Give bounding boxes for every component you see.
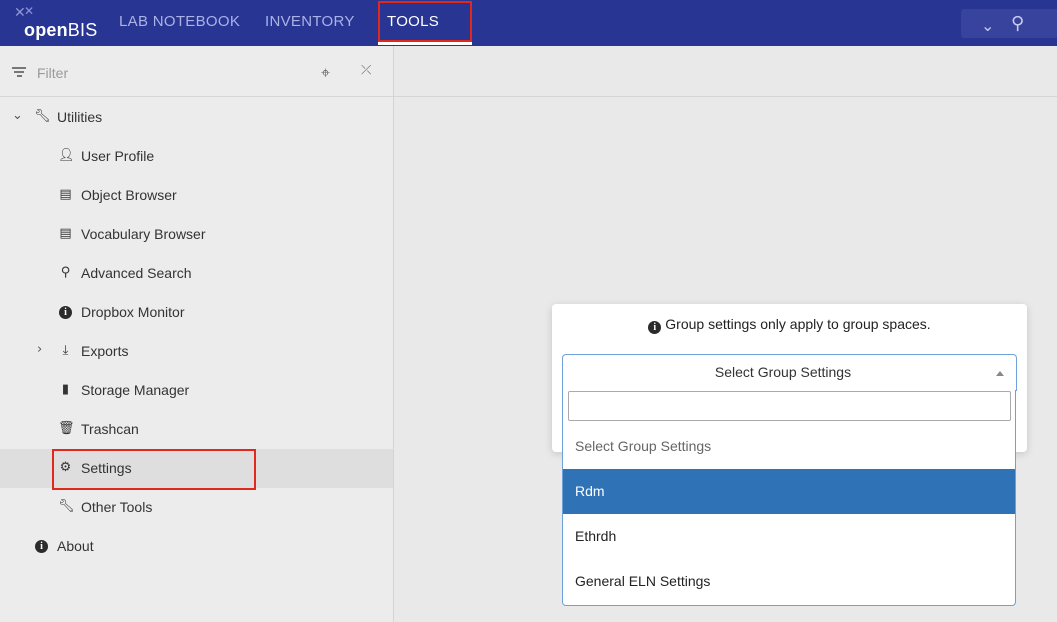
dropdown-search-input[interactable] xyxy=(568,391,1011,421)
sidebar-item-label: Utilities xyxy=(57,109,103,125)
sidebar-item-settings[interactable]: ⚙ Settings xyxy=(0,449,393,488)
group-settings-dropdown: Select Group Settings Rdm Ethrdh General… xyxy=(562,390,1016,606)
file-icon: ▮ xyxy=(61,382,70,397)
sidebar-item-other-tools[interactable]: 🔧︎ Other Tools xyxy=(0,488,393,527)
sidebar-item-label: Exports xyxy=(81,343,129,359)
search-icon: ⚲ xyxy=(60,265,71,280)
sidebar-item-label: Storage Manager xyxy=(81,382,190,398)
sidebar-item-label: Settings xyxy=(81,460,132,476)
list-icon: ▤ xyxy=(59,187,72,202)
sidebar-item-about[interactable]: i About xyxy=(0,527,393,566)
sidebar-item-utilities[interactable]: ⌄ 🔧︎ Utilities xyxy=(0,98,393,137)
logo-mark-small-icon: ✕ xyxy=(24,4,35,18)
export-icon: ⤓ xyxy=(62,343,69,358)
sidebar-item-label: About xyxy=(57,538,94,554)
sidebar-item-label: Advanced Search xyxy=(81,265,192,281)
filter-icon xyxy=(12,67,26,77)
chevron-down-icon[interactable]: ⌄ xyxy=(981,16,994,35)
logo-text: openBIS xyxy=(24,20,98,40)
gear-icon: ⚙ xyxy=(59,460,72,475)
group-settings-select[interactable]: Select Group Settings xyxy=(562,354,1017,391)
sidebar-item-label: Object Browser xyxy=(81,187,177,203)
sidebar-filter-row: ⌖ ⤫ xyxy=(0,46,393,97)
dropdown-option-ethrdh[interactable]: Ethrdh xyxy=(563,514,1015,559)
sidebar-item-label: Vocabulary Browser xyxy=(81,226,206,242)
sidebar-item-vocabulary-browser[interactable]: ▤ Vocabulary Browser xyxy=(0,215,393,254)
tab-inventory[interactable]: INVENTORY xyxy=(265,0,355,46)
info-icon: i xyxy=(58,304,73,319)
wrench-icon: 🔧︎ xyxy=(34,109,51,124)
top-navigation-bar: ✕ ✕ openBIS LAB NOTEBOOK INVENTORY TOOLS… xyxy=(0,0,1057,46)
search-icon[interactable]: ⚲ xyxy=(1011,13,1024,34)
user-icon: 👤︎ xyxy=(58,148,75,163)
main-toolbar xyxy=(394,46,1057,97)
tab-lab-notebook[interactable]: LAB NOTEBOOK xyxy=(119,0,240,46)
sidebar-item-label: Dropbox Monitor xyxy=(81,304,185,320)
trash-icon: 🗑︎ xyxy=(58,421,75,436)
sidebar-item-dropbox-monitor[interactable]: i Dropbox Monitor xyxy=(0,293,393,332)
active-tab-indicator xyxy=(378,42,472,45)
info-icon: i xyxy=(648,321,662,334)
sidebar-item-label: User Profile xyxy=(81,148,155,164)
sidebar-item-trashcan[interactable]: 🗑︎ Trashcan xyxy=(0,410,393,449)
dropdown-option-general-eln-settings[interactable]: General ELN Settings xyxy=(563,559,1015,604)
sidebar-item-label: Trashcan xyxy=(81,421,139,437)
global-search-area: ⌄ ⚲ xyxy=(961,9,1057,38)
collapse-all-icon[interactable]: ⤫ xyxy=(361,63,371,78)
locate-icon[interactable]: ⌖ xyxy=(321,63,330,83)
list-icon: ▤ xyxy=(59,226,72,241)
openbis-logo[interactable]: ✕ ✕ openBIS xyxy=(14,4,104,42)
group-settings-note: i Group settings only apply to group spac… xyxy=(552,316,1027,334)
dropdown-option-select-group-settings[interactable]: Select Group Settings xyxy=(563,424,1015,469)
sidebar-item-exports[interactable]: › ⤓ Exports xyxy=(0,332,393,371)
sidebar-item-object-browser[interactable]: ▤ Object Browser xyxy=(0,176,393,215)
sidebar-item-label: Other Tools xyxy=(81,499,153,515)
sidebar-item-advanced-search[interactable]: ⚲ Advanced Search xyxy=(0,254,393,293)
caret-up-icon xyxy=(996,371,1004,376)
filter-input[interactable] xyxy=(37,63,297,83)
tab-tools[interactable]: TOOLS xyxy=(387,0,439,46)
chevron-right-icon[interactable]: › xyxy=(37,342,42,357)
sidebar-item-user-profile[interactable]: 👤︎ User Profile xyxy=(0,137,393,176)
sidebar-item-storage-manager[interactable]: ▮ Storage Manager xyxy=(0,371,393,410)
info-icon: i xyxy=(34,538,49,553)
chevron-down-icon[interactable]: ⌄ xyxy=(12,108,23,123)
sidebar: ⌖ ⤫ ⌄ 🔧︎ Utilities 👤︎ User Profile ▤ Obj… xyxy=(0,46,394,622)
wrench-icon: 🔧︎ xyxy=(58,499,75,514)
select-current-value: Select Group Settings xyxy=(714,364,852,380)
dropdown-option-rdm[interactable]: Rdm xyxy=(563,469,1015,514)
